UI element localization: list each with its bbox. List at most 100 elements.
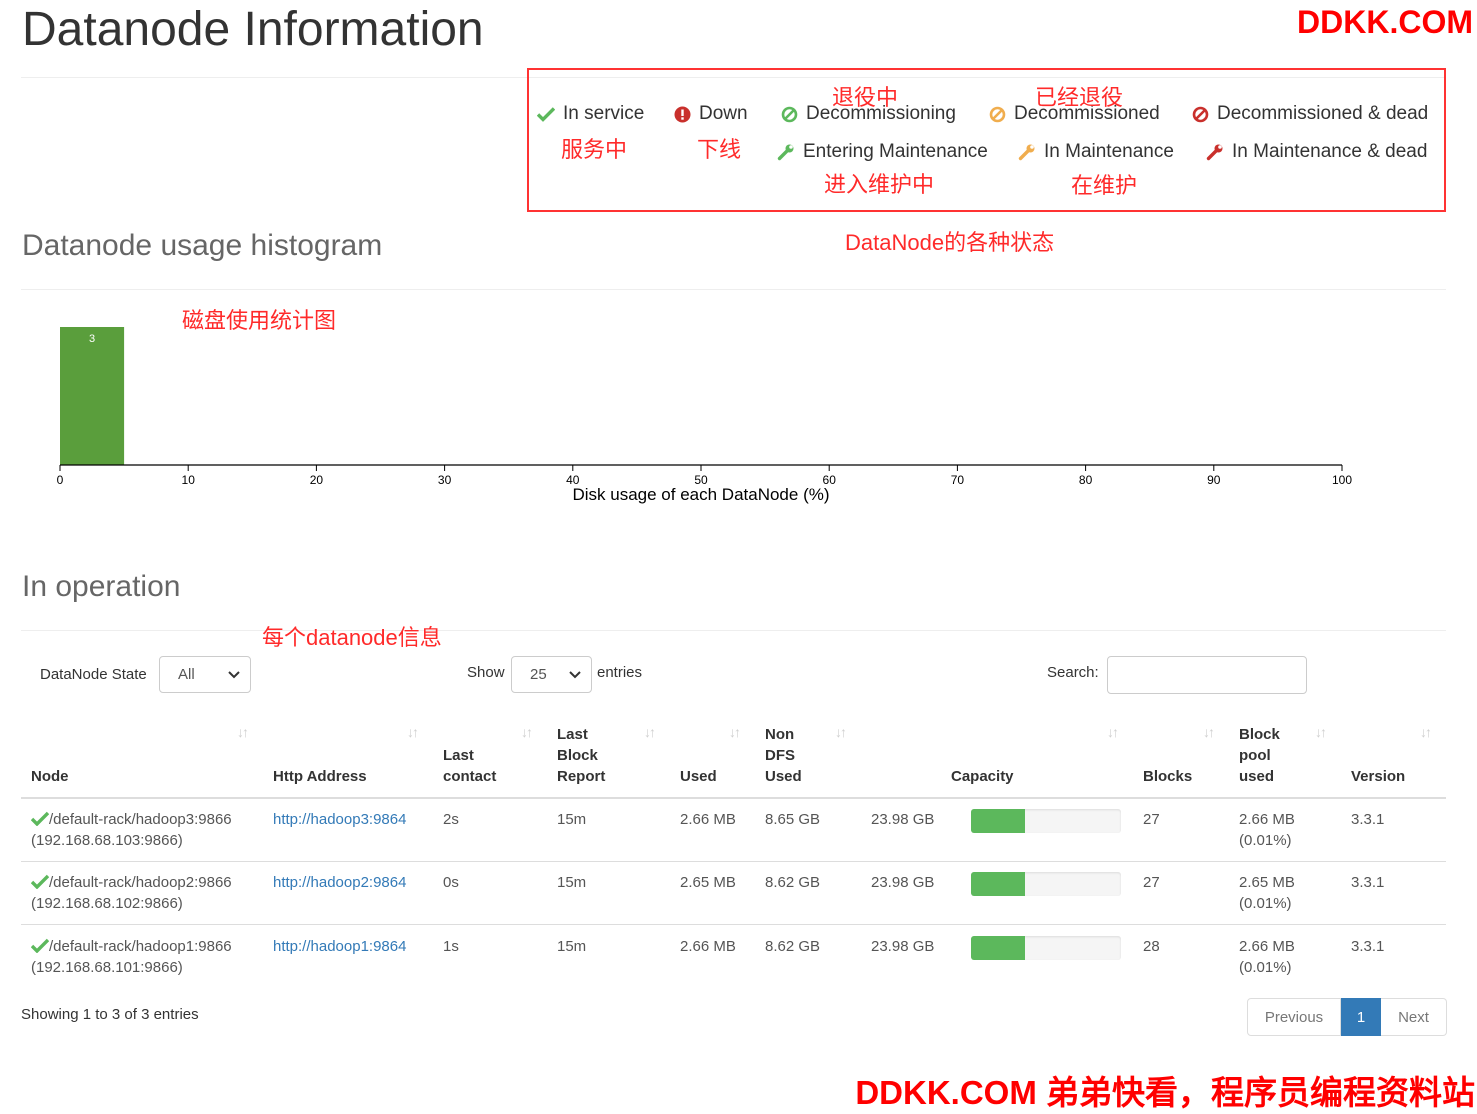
capacity-usage-fill [971, 809, 1025, 833]
row-divider [21, 861, 1446, 862]
operation-divider [21, 630, 1446, 631]
x-tick-label: 10 [182, 473, 196, 487]
sort-icon[interactable]: ↓↑ [1315, 724, 1327, 740]
legend-in-maintenance-dead: In Maintenance & dead [1206, 141, 1427, 163]
legend-label: In Maintenance [1044, 141, 1174, 162]
annotation-in-service: 服务中 [561, 137, 628, 162]
check-icon [31, 811, 49, 826]
histogram-bar [60, 327, 125, 465]
used: 2.65 MB [680, 874, 736, 891]
http-address-link[interactable]: http://hadoop2:9864 [273, 872, 406, 893]
histogram-divider [21, 289, 1446, 290]
http-address-link[interactable]: http://hadoop3:9864 [273, 809, 406, 830]
col-header-version[interactable]: Version [1351, 766, 1405, 787]
entries-per-page-select[interactable]: 25 [511, 656, 592, 693]
last-block-report: 15m [557, 874, 587, 891]
block-pool-used-pct: (0.01%) [1239, 895, 1292, 912]
wrench-icon [1018, 144, 1035, 161]
capacity: 23.98 GB [871, 811, 935, 828]
node-name: /default-rack/hadoop2:9866 [49, 874, 232, 891]
node-ip: (192.168.68.103:9866) [31, 832, 183, 849]
histogram-title: Datanode usage histogram [22, 229, 383, 262]
annotation-in-maintenance: 在维护 [1071, 173, 1138, 198]
last-contact: 1s [443, 938, 459, 955]
col-header-last-contact[interactable]: Last contact [443, 745, 513, 787]
wrench-icon [777, 144, 794, 161]
x-tick-label: 20 [310, 473, 324, 487]
histogram-bar-label: 3 [89, 333, 95, 345]
check-icon [31, 874, 49, 889]
datanode-state-select[interactable]: All [159, 656, 251, 693]
watermark-bottom: DDKK.COM 弟弟快看，程序员编程资料站 [855, 1074, 1475, 1111]
legend-decommissioned-dead: Decommissioned & dead [1192, 103, 1428, 125]
http-address-anchor[interactable]: http://hadoop2:9864 [273, 874, 406, 891]
sort-icon[interactable]: ↓↑ [1107, 724, 1119, 740]
used: 2.66 MB [680, 811, 736, 828]
capacity-usage-fill [971, 872, 1025, 896]
sort-icon[interactable]: ↓↑ [835, 724, 847, 740]
sort-icon[interactable]: ↓↑ [237, 724, 249, 740]
annotation-down: 下线 [697, 137, 742, 162]
legend-label: Down [699, 103, 748, 124]
datanode-state-label: DataNode State [40, 666, 147, 683]
next-page-button[interactable]: Next [1381, 998, 1447, 1036]
legend-in-maintenance: In Maintenance [1018, 141, 1174, 163]
ban-icon [989, 106, 1006, 122]
non-dfs-used: 8.62 GB [765, 938, 821, 955]
ban-icon [781, 106, 798, 122]
annotation-entering-maintenance: 进入维护中 [824, 172, 935, 197]
sort-icon[interactable]: ↓↑ [521, 724, 533, 740]
http-address-anchor[interactable]: http://hadoop3:9864 [273, 811, 406, 828]
chevron-down-icon [569, 670, 581, 678]
table-info: Showing 1 to 3 of 3 entries [21, 1006, 199, 1023]
col-header-node[interactable]: Node [31, 766, 69, 787]
watermark-top: DDKK.COM [1297, 4, 1473, 40]
ban-icon [1192, 106, 1209, 122]
col-header-last-block-report[interactable]: Last Block Report [557, 724, 617, 787]
check-icon [537, 107, 555, 122]
last-block-report: 15m [557, 938, 587, 955]
search-input[interactable] [1107, 656, 1307, 694]
blocks: 27 [1143, 811, 1160, 828]
x-tick-label: 90 [1207, 473, 1221, 487]
col-header-non-dfs-used[interactable]: Non DFS Used [765, 724, 805, 787]
pagination: Previous 1 Next [1247, 998, 1447, 1036]
page-title: Datanode Information [22, 3, 484, 56]
sort-icon[interactable]: ↓↑ [644, 724, 656, 740]
annotation-decommissioned: 已经退役 [1035, 85, 1124, 110]
legend-label: In Maintenance & dead [1232, 141, 1428, 162]
page-1-button[interactable]: 1 [1341, 998, 1381, 1036]
col-header-used[interactable]: Used [680, 766, 717, 787]
operation-title: In operation [22, 570, 181, 603]
legend-in-service: In service [537, 103, 644, 125]
http-address-link[interactable]: http://hadoop1:9864 [273, 936, 406, 957]
sort-icon[interactable]: ↓↑ [1203, 724, 1215, 740]
legend-entering-maintenance: Entering Maintenance [777, 141, 988, 163]
capacity-usage-bar [971, 936, 1121, 960]
annotation-datanode-info: 每个datanode信息 [262, 625, 442, 650]
block-pool-used: 2.66 MB [1239, 811, 1295, 828]
annotation-decommissioning: 退役中 [832, 85, 899, 110]
entries-label: entries [597, 664, 643, 681]
sort-icon[interactable]: ↓↑ [1420, 724, 1432, 740]
x-tick-label: 80 [1079, 473, 1093, 487]
col-header-blocks[interactable]: Blocks [1143, 766, 1192, 787]
sort-icon[interactable]: ↓↑ [729, 724, 741, 740]
node-name: /default-rack/hadoop3:9866 [49, 811, 232, 828]
non-dfs-used: 8.62 GB [765, 874, 821, 891]
block-pool-used-pct: (0.01%) [1239, 832, 1292, 849]
x-tick-label: 0 [57, 473, 64, 487]
col-header-block-pool-used[interactable]: Block pool used [1239, 724, 1299, 787]
col-header-http-address[interactable]: Http Address [273, 766, 367, 787]
x-axis-label: Disk usage of each DataNode (%) [572, 485, 829, 504]
legend-highlight-box [527, 68, 1446, 212]
legend-label: Decommissioned & dead [1217, 103, 1429, 124]
last-contact: 2s [443, 811, 459, 828]
blocks: 28 [1143, 938, 1160, 955]
col-header-capacity[interactable]: Capacity [951, 766, 1014, 787]
sort-icon[interactable]: ↓↑ [407, 724, 419, 740]
http-address-anchor[interactable]: http://hadoop1:9864 [273, 938, 406, 955]
block-pool-used-pct: (0.01%) [1239, 959, 1292, 976]
annotation-states: DataNode的各种状态 [845, 230, 1055, 255]
previous-page-button[interactable]: Previous [1247, 998, 1341, 1036]
